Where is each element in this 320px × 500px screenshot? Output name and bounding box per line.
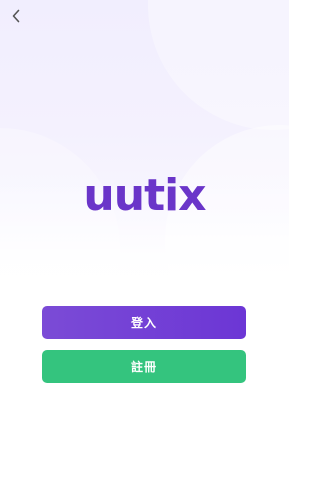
back-button[interactable] (6, 6, 26, 26)
login-button-label: 登入 (130, 316, 157, 330)
chevron-left-icon (12, 9, 20, 23)
login-button[interactable]: 登入 (42, 306, 246, 339)
register-button[interactable]: 註冊 (42, 350, 246, 383)
hero-background (0, 0, 289, 290)
decorative-circle (148, 0, 289, 130)
register-button-label: 註冊 (130, 360, 157, 374)
brand-logo: uutix (83, 170, 206, 221)
welcome-screen: uutix 登入 註冊 (0, 0, 289, 500)
